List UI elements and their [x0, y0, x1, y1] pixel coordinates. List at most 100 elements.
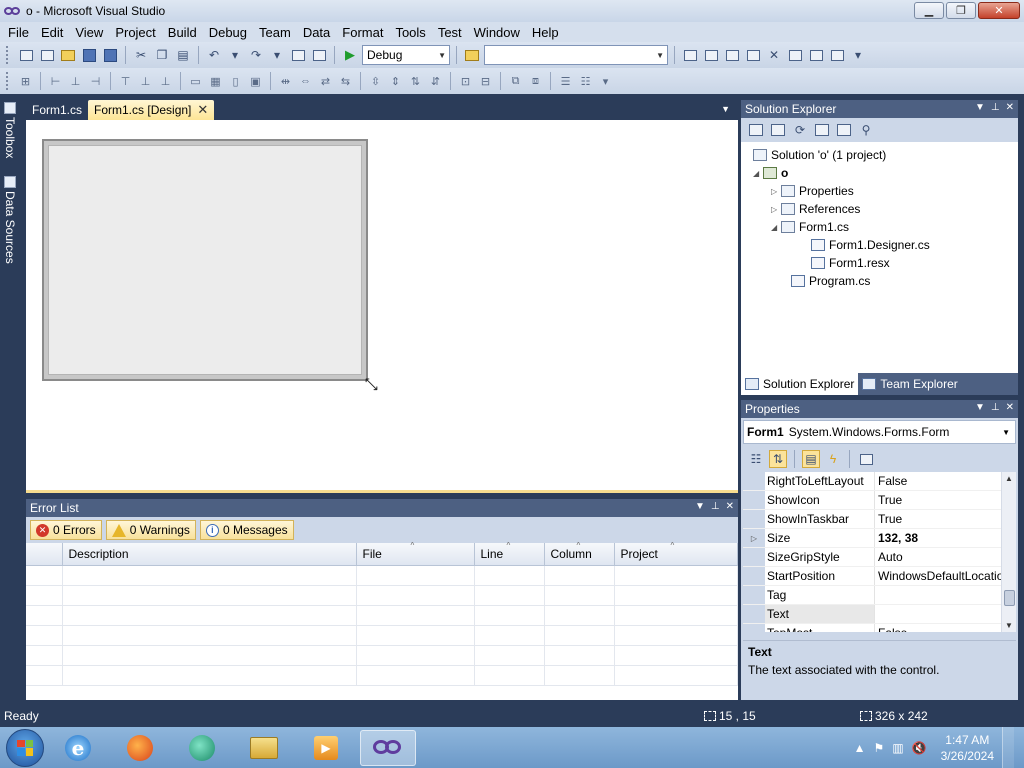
volume-muted-icon[interactable]: 🔇 — [912, 741, 927, 755]
new-project-icon[interactable] — [17, 46, 35, 64]
make-same-size-icon[interactable]: ▣ — [247, 72, 264, 90]
open-file-icon[interactable] — [59, 46, 77, 64]
toolbox-tab[interactable]: Toolbox — [1, 102, 19, 158]
network-icon[interactable]: ▥ — [892, 741, 903, 755]
restore-button[interactable]: ❐ — [946, 2, 976, 19]
pin-icon[interactable]: ⊥ — [991, 402, 1000, 413]
property-row-showicon[interactable]: ShowIcon True — [743, 491, 1016, 510]
menu-team[interactable]: Team — [253, 25, 297, 40]
tree-item-program-cs[interactable]: Program.cs — [791, 272, 870, 290]
tree-item-properties[interactable]: ▷ Properties — [771, 182, 854, 200]
expand-icon[interactable]: ▷ — [771, 187, 781, 196]
toolbox-icon[interactable] — [744, 46, 762, 64]
tree-item-form1-cs[interactable]: ◢ Form1.cs — [771, 218, 849, 236]
property-row-sizegripstyle[interactable]: SizeGripStyle Auto — [743, 548, 1016, 567]
show-desktop-button[interactable] — [1002, 727, 1014, 768]
close-icon[interactable]: ✕ — [1006, 402, 1014, 413]
copy-icon[interactable]: ❐ — [153, 46, 171, 64]
properties-window-icon[interactable] — [702, 46, 720, 64]
save-icon[interactable] — [80, 46, 98, 64]
property-row-topmost[interactable]: TopMostFalse — [743, 624, 1016, 632]
close-tab-icon[interactable]: ✕ — [197, 102, 208, 118]
start-debugging-icon[interactable]: ▶ — [341, 46, 359, 64]
menu-window[interactable]: Window — [468, 25, 526, 40]
taskbar-firefox[interactable] — [112, 730, 168, 766]
menu-debug[interactable]: Debug — [203, 25, 253, 40]
object-selector-combo[interactable]: Form1 System.Windows.Forms.Form ▼ — [743, 420, 1016, 444]
extension-manager-icon[interactable] — [807, 46, 825, 64]
collapse-icon[interactable]: ◢ — [753, 169, 763, 178]
column-header-severity[interactable] — [26, 543, 63, 566]
form1-client-area[interactable] — [48, 145, 362, 375]
decrease-horizontal-spacing-icon[interactable]: ⇄ — [317, 72, 334, 90]
increase-vertical-spacing-icon[interactable]: ⇕ — [387, 72, 404, 90]
scrollbar-thumb[interactable] — [1004, 590, 1015, 606]
menu-format[interactable]: Format — [336, 25, 389, 40]
taskbar-visual-studio[interactable] — [360, 729, 416, 766]
remove-horizontal-spacing-icon[interactable]: ⇆ — [337, 72, 354, 90]
messages-filter-button[interactable]: i 0 Messages — [199, 520, 294, 540]
property-grid-scrollbar[interactable]: ▲ ▼ — [1001, 472, 1016, 632]
menu-tools[interactable]: Tools — [389, 25, 431, 40]
paste-icon[interactable]: ▤ — [174, 46, 192, 64]
warnings-filter-button[interactable]: 0 Warnings — [105, 520, 196, 540]
undo-icon[interactable]: ↶ — [205, 46, 223, 64]
column-header-line[interactable]: Line ^ — [474, 541, 545, 566]
tab-form1-cs[interactable]: Form1.cs — [26, 100, 88, 120]
menu-help[interactable]: Help — [526, 25, 565, 40]
show-all-files-icon[interactable] — [769, 121, 787, 139]
property-row-showintaskbar[interactable]: ShowInTaskbar True — [743, 510, 1016, 529]
toolbar-grip[interactable] — [6, 46, 10, 64]
size-to-grid-icon[interactable]: ▦ — [207, 72, 224, 90]
toolbar-options-icon[interactable]: ▾ — [597, 72, 614, 90]
property-value[interactable] — [875, 605, 1016, 623]
data-sources-tab[interactable]: Data Sources — [1, 176, 19, 264]
tools-icon[interactable]: ✕ — [765, 46, 783, 64]
expand-icon[interactable]: ▷ — [771, 205, 781, 214]
menu-test[interactable]: Test — [432, 25, 468, 40]
close-icon[interactable]: ✕ — [726, 501, 734, 512]
align-centers-icon[interactable]: ⊥ — [67, 72, 84, 90]
taskbar-file-explorer[interactable] — [236, 730, 292, 766]
categorized-icon[interactable]: ☷ — [747, 450, 765, 468]
properties-view-icon[interactable]: ▤ — [802, 450, 820, 468]
menu-edit[interactable]: Edit — [35, 25, 69, 40]
start-button[interactable] — [6, 728, 44, 767]
make-vertical-spacing-equal-icon[interactable]: ⇳ — [367, 72, 384, 90]
collapse-icon[interactable]: ◢ — [771, 223, 781, 232]
redo-icon[interactable]: ↷ — [247, 46, 265, 64]
property-value[interactable]: WindowsDefaultLocation — [875, 567, 1016, 585]
column-header-project[interactable]: Project ^ — [614, 541, 738, 566]
column-header-file[interactable]: File ^ — [356, 541, 475, 566]
align-lefts-icon[interactable]: ⊢ — [47, 72, 64, 90]
align-to-grid-icon[interactable]: ⊞ — [17, 72, 34, 90]
center-vertically-icon[interactable]: ⊟ — [477, 72, 494, 90]
menu-view[interactable]: View — [69, 25, 109, 40]
toolbar-options-icon[interactable]: ▾ — [849, 46, 867, 64]
form-designer-surface[interactable]: ⟷ — [26, 120, 738, 493]
taskbar-internet-explorer[interactable]: e — [50, 730, 106, 766]
add-item-icon[interactable] — [38, 46, 56, 64]
events-icon[interactable]: ϟ — [824, 450, 842, 468]
property-value[interactable]: False — [875, 624, 1016, 632]
alphabetical-icon[interactable]: ⇅ — [769, 450, 787, 468]
expand-icon[interactable]: ▷ — [743, 529, 765, 547]
form1-preview[interactable] — [42, 139, 368, 381]
menu-project[interactable]: Project — [109, 25, 161, 40]
remove-vertical-spacing-icon[interactable]: ⇵ — [427, 72, 444, 90]
menu-file[interactable]: File — [2, 25, 35, 40]
decrease-vertical-spacing-icon[interactable]: ⇅ — [407, 72, 424, 90]
properties-icon[interactable] — [747, 121, 765, 139]
taskbar-media-player[interactable]: ▶ — [298, 730, 354, 766]
find-in-files-icon[interactable] — [463, 46, 481, 64]
property-pages-icon[interactable] — [857, 450, 875, 468]
window-position-dropdown-icon[interactable]: ▼ — [975, 102, 985, 113]
tree-item-form1-designer[interactable]: Form1.Designer.cs — [811, 236, 930, 254]
save-all-icon[interactable] — [101, 46, 119, 64]
property-value[interactable]: False — [875, 472, 1016, 490]
window-position-dropdown-icon[interactable]: ▼ — [695, 501, 705, 512]
align-middles-icon[interactable]: ⊥ — [137, 72, 154, 90]
solution-configuration-combo[interactable]: Debug ▼ — [362, 45, 450, 65]
align-tops-icon[interactable]: ⊤ — [117, 72, 134, 90]
property-value[interactable]: 132, 38 — [875, 529, 1016, 547]
